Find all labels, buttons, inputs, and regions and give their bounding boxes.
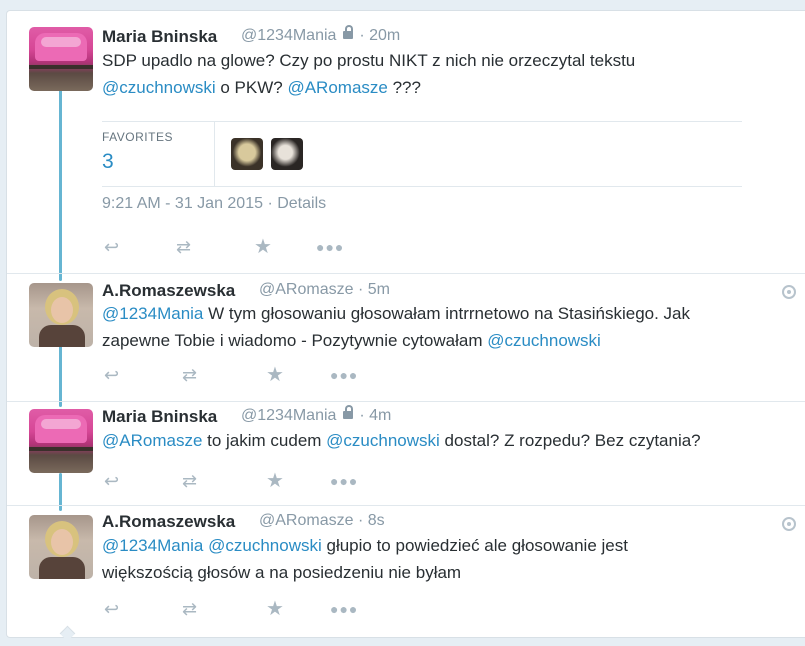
tweet-time[interactable]: · 20m [359,27,400,44]
mention-link[interactable]: @czuchnowski [326,431,440,450]
tweet-text-segment: większością głosów a na posiedzeniu nie … [102,563,462,582]
mention-link[interactable]: @czuchnowski [208,536,322,555]
star-icon[interactable]: ★ [266,469,284,493]
tweet-text-segment: głupio to powiedzieć ale głosowanie jest [321,536,628,555]
tweet-actions: ↩ ⇄ ★ ●●● [104,597,364,621]
favoriter-avatar[interactable] [271,138,303,170]
handle-text: @1234Mania [241,407,337,424]
author-handle[interactable]: @1234Mania · 20m [241,25,400,45]
tweet-divider [7,505,805,506]
favorites-label: FAVORITES [102,130,173,144]
tweet-time[interactable]: · 5m [358,281,390,298]
author-name[interactable]: Maria Bninska [102,407,217,427]
tweet-text-segment: W tym głosowaniu głosowałam intrrnetowo … [203,304,690,323]
tweet-actions: ↩ ⇄ ★ ●●● [104,363,364,387]
tweet-divider [7,401,805,402]
star-icon[interactable]: ★ [266,363,284,387]
timestamp-text[interactable]: 9:21 AM - 31 Jan 2015 [102,195,263,212]
handle-text: @ARomasze [259,281,354,298]
lock-icon [342,405,353,419]
tweet-stats: FAVORITES 3 [102,121,742,187]
tweet-text: @ARomasze to jakim cudem @czuchnowski do… [102,427,782,454]
stats-divider [214,122,215,186]
author-name[interactable]: A.Romaszewska [102,512,235,532]
details-link[interactable]: · Details [267,195,326,212]
avatar[interactable] [29,27,93,91]
mention-link[interactable]: @1234Mania [102,536,203,555]
mention-link[interactable]: @czuchnowski [487,331,601,350]
conversation-panel: Maria Bninska @1234Mania · 20m SDP upadl… [6,10,805,638]
reply-icon[interactable]: ↩ [104,469,119,493]
avatar[interactable] [29,515,93,579]
mention-link[interactable]: @czuchnowski [102,78,216,97]
tweet-actions: ↩ ⇄ ★ ●●● [104,235,344,259]
tweet-text: @1234Mania @czuchnowski głupio to powied… [102,532,782,586]
globe-icon [782,285,796,299]
avatar[interactable] [29,409,93,473]
author-name[interactable]: A.Romaszewska [102,281,235,301]
handle-text: @1234Mania [241,27,337,44]
star-icon[interactable]: ★ [266,597,284,621]
retweet-icon[interactable]: ⇄ [182,597,197,621]
tweet-time[interactable]: · 8s [358,512,385,529]
tweet-text-segment: zapewne Tobie i wiadomo - Pozytywnie cyt… [102,331,488,350]
handle-text: @ARomasze [259,512,354,529]
more-icon[interactable]: ●●● [330,363,358,387]
tweet-text-segment: ??? [387,78,421,97]
avatar[interactable] [29,283,93,347]
author-handle[interactable]: @ARomasze · 5m [259,281,390,299]
more-icon[interactable]: ●●● [316,235,344,259]
more-icon[interactable]: ●●● [330,469,358,493]
tweet-text-segment: dostal? Z rozpedu? Bez czytania? [439,431,701,450]
thread-connector [59,345,62,407]
retweet-icon[interactable]: ⇄ [182,469,197,493]
retweet-icon[interactable]: ⇄ [182,363,197,387]
tweet-time[interactable]: · 4m [359,407,391,424]
lock-icon [342,25,353,39]
thread-connector [59,73,62,281]
author-handle[interactable]: @1234Mania · 4m [241,405,391,425]
tweet-actions: ↩ ⇄ ★ ●●● [104,469,364,493]
reply-icon[interactable]: ↩ [104,597,119,621]
reply-icon[interactable]: ↩ [104,363,119,387]
more-icon[interactable]: ●●● [330,597,358,621]
favorites-count[interactable]: 3 [102,150,114,174]
mention-link[interactable]: @ARomasze [102,431,202,450]
tweet-divider [7,273,805,274]
tweet-text-segment: SDP upadlo na glowe? Czy po prostu NIKT … [102,51,636,70]
star-icon[interactable]: ★ [254,235,272,259]
tweet-timestamp: 9:21 AM - 31 Jan 2015 · Details [102,195,326,213]
mention-link[interactable]: @ARomasze [287,78,387,97]
tweet-text-segment: o PKW? [215,78,288,97]
author-name[interactable]: Maria Bninska [102,27,217,47]
author-handle[interactable]: @ARomasze · 8s [259,512,385,530]
reply-icon[interactable]: ↩ [104,235,119,259]
tweet-text-segment: to jakim cudem [202,431,327,450]
tweet-text: @1234Mania W tym głosowaniu głosowałam i… [102,300,782,354]
favoriter-avatar[interactable] [231,138,263,170]
tweet-text: SDP upadlo na glowe? Czy po prostu NIKT … [102,47,722,101]
retweet-icon[interactable]: ⇄ [176,235,191,259]
mention-link[interactable]: @1234Mania [102,304,203,323]
globe-icon [782,517,796,531]
